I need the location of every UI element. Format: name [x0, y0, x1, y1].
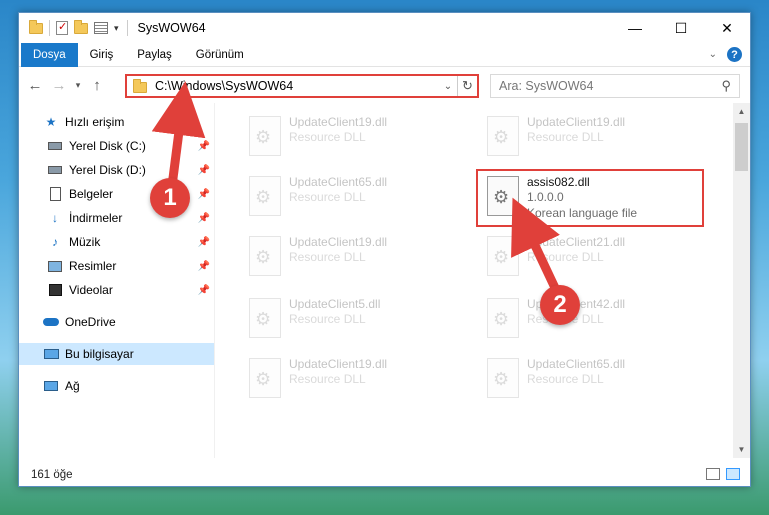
step-marker-1: 1	[150, 178, 190, 218]
arrow-to-address-bar	[151, 81, 206, 187]
annotation-arrows	[151, 81, 561, 292]
step-marker-2: 2	[540, 285, 580, 325]
arrow-to-file	[511, 197, 561, 292]
